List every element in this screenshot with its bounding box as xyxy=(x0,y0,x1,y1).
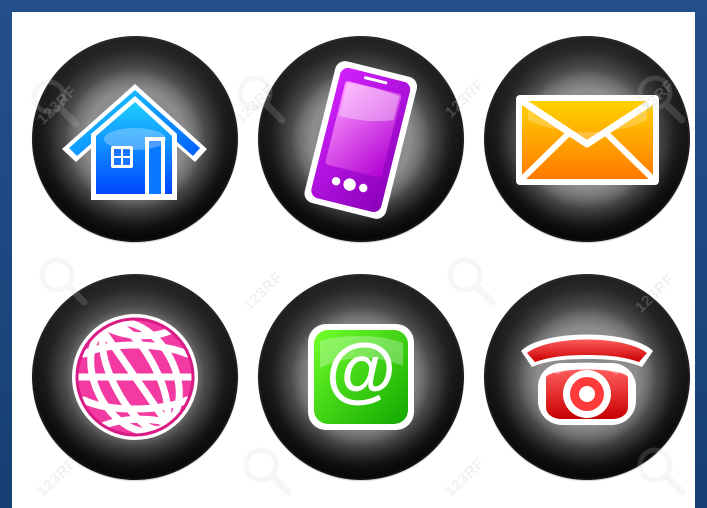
home-icon-button xyxy=(32,36,238,242)
svg-text:@: @ xyxy=(326,330,396,410)
globe-icon xyxy=(32,274,238,480)
at-sign-icon-button: @ xyxy=(258,274,464,480)
globe-icon-button xyxy=(32,274,238,480)
at-sign-icon: @ xyxy=(258,274,464,480)
envelope-icon-button xyxy=(484,36,690,242)
telephone-icon xyxy=(484,274,690,480)
home-icon xyxy=(32,36,238,242)
telephone-icon-button xyxy=(484,274,690,480)
phone-icon-button xyxy=(258,36,464,242)
image-frame: @ 123RF 123RF 123RF 123RF 123RF 123RF 12… xyxy=(0,0,707,508)
icons-panel: @ 123RF 123RF 123RF 123RF 123RF 123RF 12… xyxy=(12,12,695,508)
envelope-icon xyxy=(484,36,690,242)
icon-grid: @ xyxy=(12,12,695,508)
phone-icon xyxy=(258,36,464,242)
